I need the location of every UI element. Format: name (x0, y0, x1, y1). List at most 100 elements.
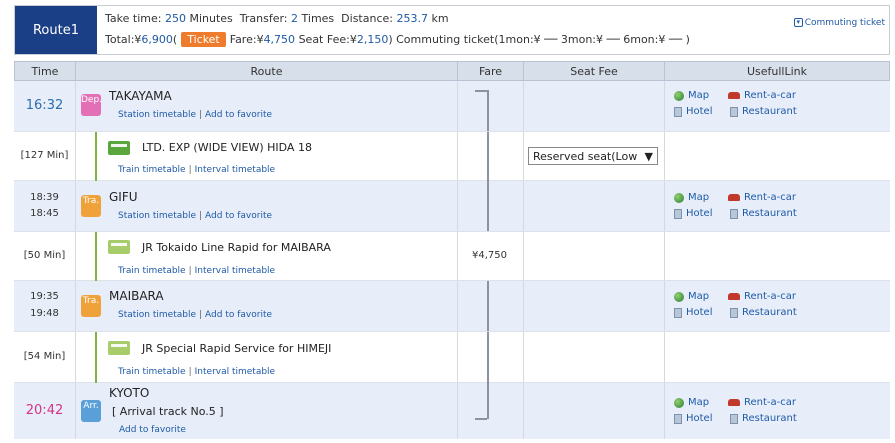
car-icon (728, 92, 740, 99)
fare-bracket-bottom (475, 418, 487, 420)
commuting-ticket-link-label: Commuting ticket (804, 18, 885, 28)
hotel-icon (674, 413, 682, 424)
add-favorite-link[interactable]: Add to favorite (205, 310, 272, 320)
ticket-badge: Ticket (181, 32, 226, 47)
station-timetable-link[interactable]: Station timetable (118, 110, 196, 120)
route-line (95, 232, 97, 282)
link-separator: | (188, 266, 192, 276)
train-timetable-link[interactable]: Train timetable (118, 367, 186, 377)
hotel-link[interactable]: Hotel (674, 208, 713, 219)
header-useful-link: UsefullLink (664, 61, 890, 81)
restaurant-link-label: Restaurant (742, 208, 797, 219)
hotel-link-label: Hotel (686, 413, 713, 424)
station-name[interactable]: KYOTO (109, 386, 149, 400)
seat-fee-value: 2,150 (356, 33, 389, 46)
rent-a-car-link-label: Rent-a-car (744, 192, 796, 203)
map-link[interactable]: Map (674, 192, 709, 203)
rent-a-car-link-label: Rent-a-car (744, 397, 796, 408)
restaurant-link[interactable]: Restaurant (730, 208, 797, 219)
transfer-badge: Tra. (81, 295, 101, 317)
restaurant-link-label: Restaurant (742, 413, 797, 424)
station-row-gifu: 18:39 18:45 Tra. GIFU Station timetable |… (14, 181, 890, 231)
hotel-link-label: Hotel (686, 307, 713, 318)
fare-bracket-line (487, 281, 489, 331)
globe-icon (674, 90, 684, 101)
departure-time: 16:32 (25, 98, 64, 113)
hotel-link[interactable]: Hotel (674, 413, 713, 424)
station-name[interactable]: TAKAYAMA (109, 89, 172, 103)
map-link[interactable]: Map (674, 397, 709, 408)
summary-line-2: Total:¥ 6,900 ( Ticket Fare:¥ 4,750 Seat… (105, 32, 690, 47)
add-favorite-link[interactable]: Add to favorite (119, 425, 186, 435)
arrival-track: [ Arrival track No.5 ] (112, 405, 224, 418)
globe-icon (674, 291, 684, 302)
departure-badge: Dep. (81, 94, 102, 116)
rent-a-car-link[interactable]: Rent-a-car (728, 90, 796, 101)
station-timetable-link[interactable]: Station timetable (118, 310, 196, 320)
add-favorite-link[interactable]: Add to favorite (205, 211, 272, 221)
distance-label: Distance: (341, 12, 393, 25)
rent-a-car-link[interactable]: Rent-a-car (728, 192, 796, 203)
fare-bracket-line (487, 383, 489, 419)
restaurant-link[interactable]: Restaurant (730, 413, 797, 424)
train-timetable-link[interactable]: Train timetable (118, 165, 186, 175)
train-name: LTD. EXP (WIDE VIEW) HIDA 18 (142, 141, 312, 154)
header-time-label: Time (31, 64, 59, 78)
arrival-time: 18:39 (30, 192, 59, 203)
link-separator: | (188, 367, 192, 377)
link-separator: | (199, 211, 203, 221)
train-name: JR Special Rapid Service for HIMEJI (142, 342, 332, 355)
interval-timetable-link[interactable]: Interval timetable (195, 165, 275, 175)
hotel-link[interactable]: Hotel (674, 307, 713, 318)
segment-duration: [54 Min] (23, 351, 66, 362)
segment-duration: [127 Min] (20, 150, 69, 161)
train-icon (108, 240, 130, 254)
header-useful-link-label: UsefullLink (746, 64, 808, 78)
train-timetable-link[interactable]: Train timetable (118, 266, 186, 276)
station-timetable-link[interactable]: Station timetable (118, 211, 196, 221)
hotel-link[interactable]: Hotel (674, 106, 713, 117)
rent-a-car-link[interactable]: Rent-a-car (728, 291, 796, 302)
seat-type-select-value: Reserved seat(Low (533, 149, 638, 163)
train-name: JR Tokaido Line Rapid for MAIBARA (142, 241, 331, 254)
rent-a-car-link-label: Rent-a-car (744, 90, 796, 101)
rent-a-car-link-label: Rent-a-car (744, 291, 796, 302)
departure-time: 18:45 (30, 208, 59, 219)
map-link-label: Map (688, 192, 710, 203)
station-name[interactable]: MAIBARA (109, 289, 164, 303)
map-link-label: Map (688, 291, 710, 302)
total-label: Total:¥ (105, 33, 142, 46)
take-time-label: Take time: (105, 12, 162, 25)
hotel-link-label: Hotel (686, 208, 713, 219)
segment-row-1: [127 Min] LTD. EXP (WIDE VIEW) HIDA 18 T… (14, 131, 890, 182)
add-favorite-link[interactable]: Add to favorite (205, 110, 272, 120)
distance-value: 253.7 (396, 12, 428, 25)
interval-timetable-link[interactable]: Interval timetable (195, 367, 275, 377)
seat-fee-label: Seat Fee:¥ (298, 33, 357, 46)
rent-a-car-link[interactable]: Rent-a-car (728, 397, 796, 408)
map-link-label: Map (688, 397, 710, 408)
link-separator: | (199, 310, 203, 320)
total-value: 6,900 (141, 33, 173, 46)
take-time-unit: Minutes (189, 12, 233, 25)
map-link[interactable]: Map (674, 90, 709, 101)
transfer-label: Transfer: (239, 12, 288, 25)
restaurant-link[interactable]: Restaurant (730, 106, 797, 117)
header-fare: Fare (457, 61, 524, 81)
header-fare-label: Fare (478, 64, 503, 78)
fare-bracket-top (475, 90, 487, 92)
seat-type-select[interactable]: Reserved seat(Low ▼ (528, 147, 658, 165)
hotel-icon (674, 208, 682, 219)
map-link[interactable]: Map (674, 291, 709, 302)
station-row-takayama: 16:32 Dep. TAKAYAMA Station timetable | Ad… (14, 81, 890, 131)
transfer-unit: Times (301, 12, 335, 25)
station-name[interactable]: GIFU (109, 190, 138, 204)
header-time: Time (14, 61, 76, 81)
fare-amount: ¥4,750 (472, 250, 507, 261)
commuting-ticket-link[interactable]: ▾ Commuting ticket (793, 18, 885, 28)
route-tab[interactable]: Route1 (15, 6, 97, 54)
segment-row-3: [54 Min] JR Special Rapid Service for HI… (14, 331, 890, 384)
restaurant-link[interactable]: Restaurant (730, 307, 797, 318)
interval-timetable-link[interactable]: Interval timetable (195, 266, 275, 276)
car-icon (728, 399, 740, 406)
